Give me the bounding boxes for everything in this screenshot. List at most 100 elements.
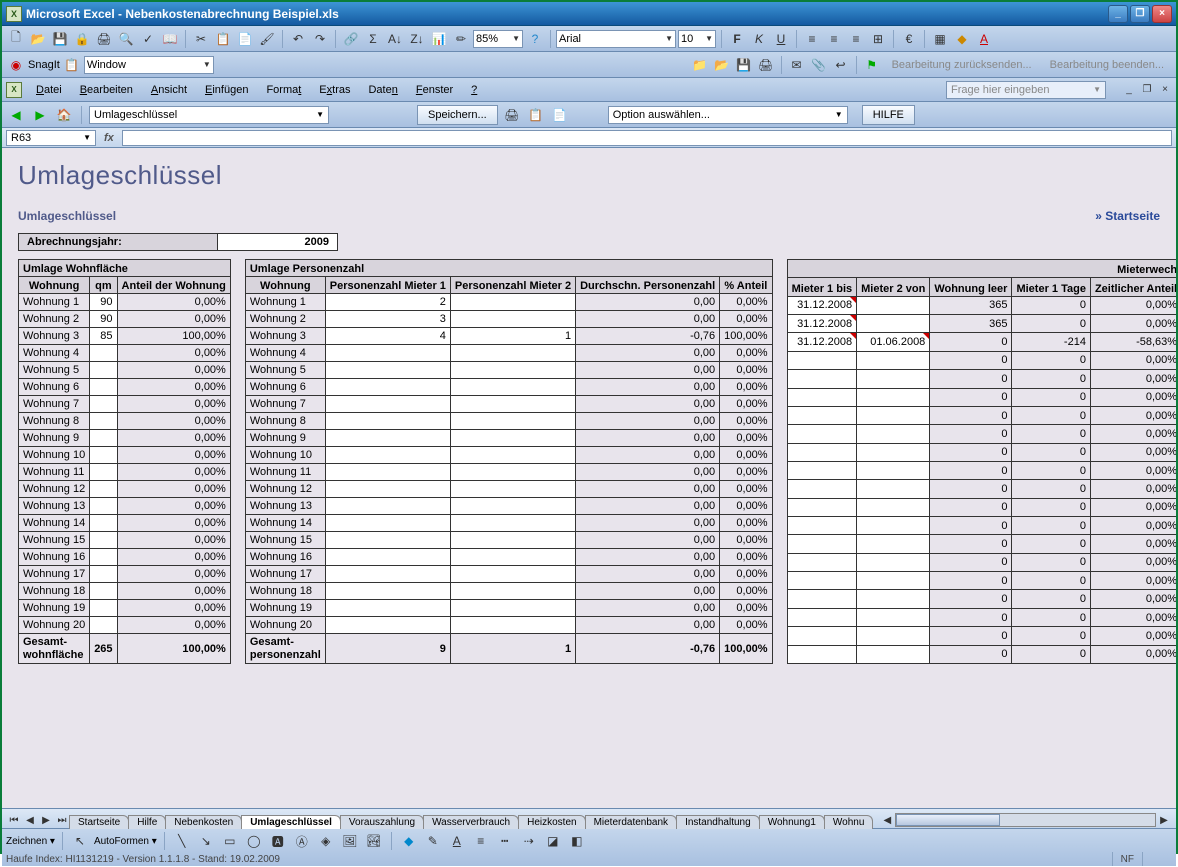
help-icon[interactable]: ? bbox=[525, 29, 545, 49]
underline-icon[interactable]: U bbox=[771, 29, 791, 49]
hscroll-right-icon[interactable]: ▶ bbox=[1156, 812, 1172, 828]
cell-pm2[interactable] bbox=[450, 464, 575, 481]
cell-qm[interactable] bbox=[90, 379, 117, 396]
cell-anteil[interactable]: 0,00% bbox=[117, 345, 230, 362]
cell-wohnung[interactable]: Wohnung 18 bbox=[245, 583, 325, 600]
formula-input[interactable] bbox=[122, 130, 1172, 146]
cell-leer[interactable]: 0 bbox=[930, 553, 1012, 571]
cell-qm[interactable] bbox=[90, 532, 117, 549]
cell-pm1[interactable] bbox=[325, 464, 450, 481]
cell-m1bis[interactable]: 31.12.2008 bbox=[787, 333, 857, 351]
cell-zeit[interactable]: 0,00% bbox=[1090, 608, 1176, 626]
cell-anteil[interactable]: 0,00% bbox=[117, 600, 230, 617]
cell-pm1[interactable] bbox=[325, 379, 450, 396]
nav-fwd-icon[interactable]: ▶ bbox=[30, 105, 50, 125]
paste-icon[interactable]: 📄 bbox=[235, 29, 255, 49]
cell-qm[interactable] bbox=[90, 549, 117, 566]
table-row[interactable]: Wohnung 4 0,00% bbox=[19, 345, 231, 362]
cell-qm[interactable] bbox=[90, 396, 117, 413]
cell-anteil[interactable]: 0,00% bbox=[117, 396, 230, 413]
cell-leer[interactable]: 0 bbox=[930, 443, 1012, 461]
cell-m1bis[interactable] bbox=[787, 553, 857, 571]
zoom-combo[interactable]: 85%▼ bbox=[473, 30, 523, 48]
cell-zeit[interactable]: -58,63% bbox=[1090, 333, 1176, 351]
cell-wohnung[interactable]: Wohnung 3 bbox=[19, 328, 90, 345]
table-row[interactable]: Wohnung 5 0,00 0,00% bbox=[245, 362, 772, 379]
linestyle-icon[interactable]: ≡ bbox=[471, 831, 491, 851]
cell-qm[interactable] bbox=[90, 481, 117, 498]
cell-durch[interactable]: 0,00 bbox=[576, 515, 720, 532]
cell-wohnung[interactable]: Wohnung 6 bbox=[19, 379, 90, 396]
nav-sheet-combo[interactable]: Umlageschlüssel▼ bbox=[89, 106, 329, 124]
cell-durch[interactable]: 0,00 bbox=[576, 430, 720, 447]
cell-pm2[interactable] bbox=[450, 566, 575, 583]
sheet-tab[interactable]: Vorauszahlung bbox=[340, 815, 424, 829]
cell-m1bis[interactable] bbox=[787, 645, 857, 663]
cell-pm1[interactable]: 4 bbox=[325, 328, 450, 345]
cut-icon[interactable]: ✂ bbox=[191, 29, 211, 49]
cell-m1bis[interactable] bbox=[787, 388, 857, 406]
cell-zeit[interactable]: 0,00% bbox=[1090, 351, 1176, 369]
cell-m2von[interactable] bbox=[857, 517, 930, 535]
cell-durch[interactable]: 0,00 bbox=[576, 464, 720, 481]
cell-wohnung[interactable]: Wohnung 8 bbox=[245, 413, 325, 430]
flag-icon[interactable]: ⚑ bbox=[862, 55, 882, 75]
dashstyle-icon[interactable]: ┅ bbox=[495, 831, 515, 851]
cell-leer[interactable]: 0 bbox=[930, 517, 1012, 535]
cell-m1bis[interactable] bbox=[787, 608, 857, 626]
cell-tage[interactable]: 0 bbox=[1012, 315, 1091, 333]
cell-m2von[interactable] bbox=[857, 572, 930, 590]
cell-qm[interactable]: 85 bbox=[90, 328, 117, 345]
cell-zeit[interactable]: 0,00% bbox=[1090, 370, 1176, 388]
menu-format[interactable]: Format bbox=[262, 82, 305, 98]
cell-anteil[interactable]: 0,00% bbox=[117, 464, 230, 481]
table-row[interactable]: Wohnung 20 0,00% bbox=[19, 617, 231, 634]
cell-anteil[interactable]: 0,00% bbox=[117, 583, 230, 600]
cell-anteil[interactable]: 0,00% bbox=[117, 430, 230, 447]
cell-tage[interactable]: 0 bbox=[1012, 553, 1091, 571]
table-row[interactable]: 0 0 0,00% bbox=[787, 351, 1176, 369]
cell-leer[interactable]: 0 bbox=[930, 388, 1012, 406]
name-box[interactable]: R63▼ bbox=[6, 130, 96, 146]
cell-tage[interactable]: 0 bbox=[1012, 296, 1091, 314]
cell-pm1[interactable] bbox=[325, 447, 450, 464]
cell-tage[interactable]: -214 bbox=[1012, 333, 1091, 351]
cell-pm2[interactable] bbox=[450, 600, 575, 617]
cell-pm2[interactable] bbox=[450, 413, 575, 430]
table-row[interactable]: Wohnung 15 0,00 0,00% bbox=[245, 532, 772, 549]
cell-pm1[interactable] bbox=[325, 549, 450, 566]
cell-pct[interactable]: 0,00% bbox=[720, 617, 772, 634]
merge-icon[interactable]: ⊞ bbox=[868, 29, 888, 49]
review-end[interactable]: Bearbeitung beenden... bbox=[1042, 59, 1172, 71]
table-row[interactable]: 0 0 0,00% bbox=[787, 590, 1176, 608]
cell-zeit[interactable]: 0,00% bbox=[1090, 590, 1176, 608]
cell-zeit[interactable]: 0,00% bbox=[1090, 388, 1176, 406]
clipart-icon[interactable]: 🖼 bbox=[340, 831, 360, 851]
speichern-button[interactable]: Speichern... bbox=[417, 105, 498, 125]
worksheet[interactable]: Umlageschlüssel Umlageschlüssel » Starts… bbox=[2, 148, 1176, 808]
cell-m2von[interactable] bbox=[857, 388, 930, 406]
hscroll-thumb[interactable] bbox=[896, 814, 999, 826]
table-row[interactable]: Wohnung 8 0,00 0,00% bbox=[245, 413, 772, 430]
close-button[interactable]: × bbox=[1152, 5, 1172, 23]
sort-desc-icon[interactable]: Z↓ bbox=[407, 29, 427, 49]
table-row[interactable]: Wohnung 14 0,00% bbox=[19, 515, 231, 532]
table-row[interactable]: 0 0 0,00% bbox=[787, 388, 1176, 406]
cell-qm[interactable]: 90 bbox=[90, 311, 117, 328]
save2-icon[interactable]: 💾 bbox=[734, 55, 754, 75]
table-row[interactable]: Wohnung 14 0,00 0,00% bbox=[245, 515, 772, 532]
cell-wohnung[interactable]: Wohnung 17 bbox=[19, 566, 90, 583]
cell-tage[interactable]: 0 bbox=[1012, 627, 1091, 645]
cell-wohnung[interactable]: Wohnung 2 bbox=[19, 311, 90, 328]
cell-wohnung[interactable]: Wohnung 19 bbox=[245, 600, 325, 617]
snagit-window-combo[interactable]: Window▼ bbox=[84, 56, 214, 74]
hscroll-left-icon[interactable]: ◀ bbox=[879, 812, 895, 828]
cell-tage[interactable]: 0 bbox=[1012, 461, 1091, 479]
cell-leer[interactable]: 0 bbox=[930, 351, 1012, 369]
tab-first-icon[interactable]: ⏮ bbox=[6, 812, 22, 828]
textbox-icon[interactable]: 🅰 bbox=[268, 831, 288, 851]
snagit-clip-icon[interactable]: 📋 bbox=[62, 55, 82, 75]
table-row[interactable]: Wohnung 11 0,00% bbox=[19, 464, 231, 481]
cell-leer[interactable]: 0 bbox=[930, 425, 1012, 443]
cell-zeit[interactable]: 0,00% bbox=[1090, 425, 1176, 443]
